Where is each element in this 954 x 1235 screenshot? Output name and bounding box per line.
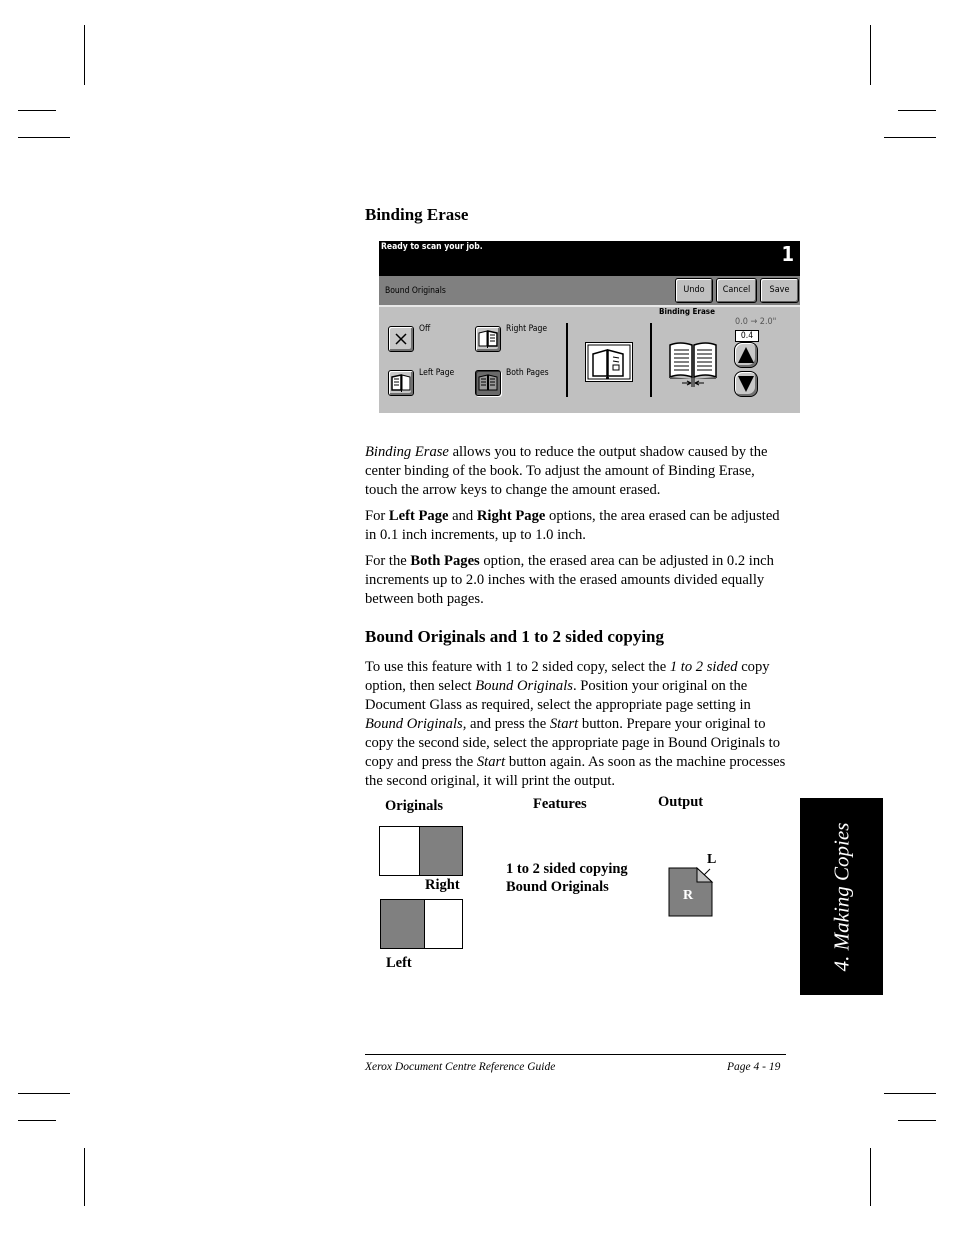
- diagram-feature-line2: Bound Originals: [506, 879, 609, 895]
- status-bar: Ready to scan your job. 1: [379, 241, 800, 276]
- diagram-label-right: Right: [425, 877, 460, 893]
- text: and press the: [466, 716, 550, 732]
- diagram-label-left: Left: [386, 955, 412, 971]
- output-back-label: L: [707, 852, 717, 867]
- term: Start: [476, 754, 506, 770]
- term: 1 to 2 sided: [669, 659, 738, 675]
- option-off-button[interactable]: [388, 326, 414, 352]
- crop-mark: [884, 137, 936, 138]
- term: Start: [549, 716, 579, 732]
- cancel-button[interactable]: Cancel: [716, 278, 757, 303]
- book-on-glass-icon: [585, 342, 633, 382]
- option-left-page-button[interactable]: [388, 370, 414, 396]
- blank-half: [425, 900, 462, 948]
- crop-mark: [870, 25, 871, 85]
- option-off-label: Off: [419, 324, 431, 334]
- option-right-page-label: Right Page: [506, 324, 548, 334]
- decrease-button[interactable]: [734, 371, 758, 397]
- crop-mark: [884, 1093, 936, 1094]
- x-icon: [395, 333, 407, 345]
- crop-mark: [18, 1093, 70, 1094]
- both-pages-book-icon: [478, 374, 498, 391]
- original-left-page: [380, 899, 463, 949]
- crop-mark: [898, 1120, 936, 1121]
- binding-erase-value: 0.4: [735, 330, 759, 342]
- option-both-pages-label: Both Pages: [506, 368, 549, 378]
- status-message: Ready to scan your job.: [381, 242, 483, 252]
- option-left-page-label: Left Page: [419, 368, 455, 378]
- feature-bar: Bound Originals Undo Cancel Save: [379, 276, 800, 305]
- paragraph-both-pages: For the Both Pages option, the erased ar…: [365, 552, 790, 609]
- panel-separator: [379, 305, 800, 307]
- feature-title: Bound Originals: [385, 286, 446, 296]
- text: and: [448, 508, 477, 524]
- right-page-book-icon: [478, 330, 498, 348]
- binding-erase-label: Binding Erase: [659, 307, 715, 316]
- chapter-tab: 4. Making Copies: [800, 798, 883, 995]
- blank-half: [380, 827, 419, 875]
- diagram-header-output: Output: [658, 794, 704, 810]
- increase-button[interactable]: [734, 342, 758, 368]
- divider: [650, 323, 652, 397]
- crop-mark: [18, 137, 70, 138]
- option-right-page-button[interactable]: [475, 326, 501, 352]
- term: Bound Originals,: [365, 716, 467, 732]
- footer-title: Xerox Document Centre Reference Guide: [365, 1061, 556, 1073]
- divider: [566, 323, 568, 397]
- text: For: [365, 508, 389, 524]
- copier-ui-panel: Ready to scan your job. 1 Bound Original…: [379, 241, 800, 413]
- binding-erase-range: 0.0 → 2.0": [735, 317, 777, 327]
- down-arrow-icon: [738, 376, 754, 392]
- footer-rule: [365, 1054, 786, 1055]
- crop-mark: [18, 1120, 56, 1121]
- undo-button[interactable]: Undo: [675, 278, 713, 303]
- section-heading-bound-originals: Bound Originals and 1 to 2 sided copying: [365, 627, 665, 646]
- output-front-label: R: [683, 888, 694, 903]
- crop-mark: [18, 110, 56, 111]
- paragraph-left-right-page: For Left Page and Right Page options, th…: [365, 507, 790, 545]
- shaded-half: [419, 827, 462, 875]
- text: For the: [365, 553, 411, 569]
- term-left-page: Left Page: [388, 508, 449, 524]
- option-both-pages-button[interactable]: [475, 370, 501, 396]
- term-binding-erase: Binding Erase: [365, 444, 449, 460]
- original-right-page: [379, 826, 463, 876]
- paragraph-bound-originals: To use this feature with 1 to 2 sided co…: [365, 658, 790, 791]
- binding-erase-book-icon: [669, 342, 717, 387]
- diagram-header-originals: Originals: [385, 798, 444, 814]
- diagram-feature-line1: 1 to 2 sided copying: [506, 861, 628, 877]
- term: Bound Originals: [475, 678, 573, 694]
- section-heading-binding-erase: Binding Erase: [365, 205, 469, 224]
- shaded-half: [381, 900, 425, 948]
- chapter-tab-label: 4. Making Copies: [829, 822, 853, 971]
- crop-mark: [84, 25, 85, 85]
- left-page-book-icon: [391, 374, 411, 392]
- text: To use this feature with 1 to 2 sided co…: [365, 659, 670, 675]
- term-both-pages: Both Pages: [410, 553, 480, 569]
- copy-count: 1: [781, 242, 794, 266]
- save-button[interactable]: Save: [760, 278, 799, 303]
- crop-mark: [870, 1148, 871, 1206]
- crop-mark: [84, 1148, 85, 1206]
- term-right-page: Right Page: [476, 508, 546, 524]
- crop-mark: [898, 110, 936, 111]
- diagram-header-features: Features: [533, 796, 587, 812]
- paragraph-binding-erase-intro: Binding Erase allows you to reduce the o…: [365, 443, 790, 500]
- page-number: Page 4 - 19: [727, 1061, 781, 1073]
- up-arrow-icon: [738, 347, 754, 363]
